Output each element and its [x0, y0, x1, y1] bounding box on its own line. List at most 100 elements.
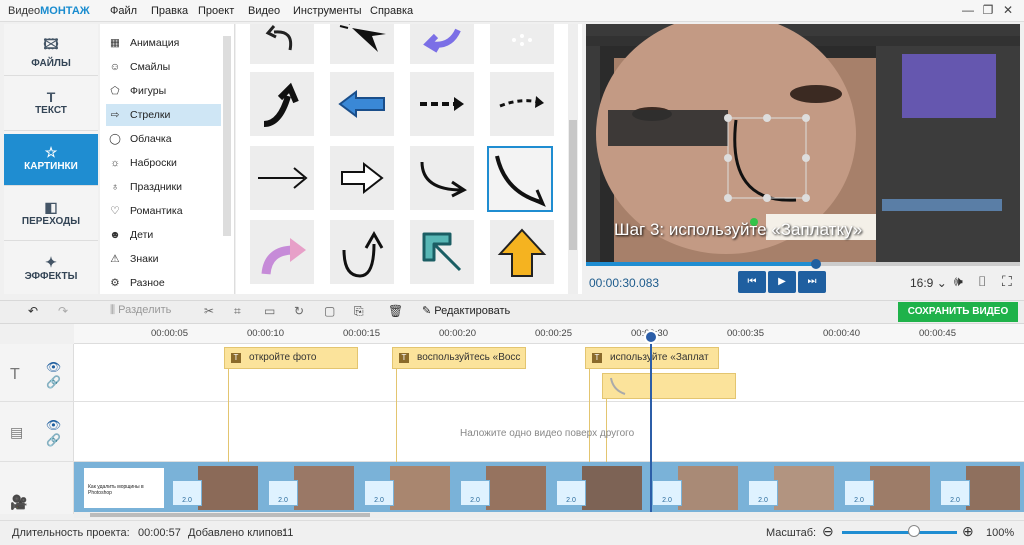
nav-transitions[interactable]: ◧ ПЕРЕХОДЫ [4, 189, 98, 241]
category-misc[interactable]: ⚙ Разное [106, 272, 221, 294]
text-clip-icon: T [231, 353, 241, 363]
category-kids[interactable]: ☻ Дети [106, 224, 221, 246]
zoom-out-icon[interactable]: ⊖ [822, 523, 834, 540]
redo-icon[interactable]: ↷ [58, 304, 68, 318]
add-clip-icon[interactable]: ⎘ [354, 304, 364, 319]
transition[interactable]: 2.0 [940, 480, 970, 506]
menu-tools[interactable]: Инструменты [293, 5, 362, 17]
category-animation[interactable]: ▦ Анимация [106, 32, 221, 54]
transition[interactable]: 2.0 [844, 480, 874, 506]
category-sketches[interactable]: ☼ Наброски [106, 152, 221, 174]
text-clip[interactable]: Tвоспользуйтесь «Восс [392, 347, 526, 369]
sticker-tile-selected[interactable] [487, 146, 553, 212]
zoom-slider-handle[interactable] [908, 525, 920, 537]
category-bubbles[interactable]: ◯ Облачка [106, 128, 221, 150]
transition[interactable]: 2.0 [748, 480, 778, 506]
fullscreen-icon[interactable]: ⛶ [1002, 273, 1012, 290]
sticker-tile[interactable] [250, 220, 314, 284]
transition[interactable]: 2.0 [460, 480, 490, 506]
link-icon[interactable]: 🔗 [46, 433, 61, 447]
playhead-handle[interactable] [644, 330, 658, 344]
transition[interactable]: 2.0 [268, 480, 298, 506]
aspect-ratio-select[interactable]: 16:9 ⌄ [910, 276, 947, 290]
category-romance[interactable]: ♡ Романтика [106, 200, 221, 222]
video-clip[interactable] [294, 466, 354, 510]
nav-effects[interactable]: ✦ ЭФФЕКТЫ [4, 244, 98, 296]
video-clip[interactable] [774, 466, 834, 510]
video-clip[interactable] [678, 466, 738, 510]
transition[interactable]: 2.0 [172, 480, 202, 506]
sticker-tile[interactable] [490, 72, 554, 136]
category-holidays[interactable]: ♁ Праздники [106, 176, 221, 198]
video-clip[interactable] [582, 466, 642, 510]
previous-frame-button[interactable]: ⏮ [738, 271, 766, 293]
nav-text[interactable]: T ТЕКСТ [4, 79, 98, 131]
delete-icon[interactable]: 🗑 [388, 304, 403, 318]
cut-icon[interactable]: ✂ [204, 304, 214, 318]
video-preview[interactable]: Шаг 3: используйте «Заплатку» [586, 24, 1020, 262]
sticker-tile[interactable] [410, 146, 474, 210]
menu-project[interactable]: Проект [198, 5, 234, 17]
save-video-button[interactable]: СОХРАНИТЬ ВИДЕО [898, 302, 1018, 322]
eye-icon[interactable]: 👁 [46, 418, 61, 432]
frame-icon[interactable]: ▭ [264, 304, 275, 318]
sticker-tile[interactable] [250, 146, 314, 210]
menu-file[interactable]: Файл [110, 5, 137, 17]
category-smileys[interactable]: ☺ Смайлы [106, 56, 221, 78]
video-clip[interactable] [198, 466, 258, 510]
sticker-tile[interactable] [490, 24, 554, 64]
transition[interactable]: 2.0 [556, 480, 586, 506]
nav-files[interactable]: 🖾 ФАЙЛЫ [4, 24, 98, 76]
zoom-in-icon[interactable]: ⊕ [962, 523, 974, 540]
sticker-tile[interactable] [330, 220, 394, 284]
text-clip[interactable]: Tиспользуйте «Заплат [585, 347, 719, 369]
sticker-tile[interactable] [250, 72, 314, 136]
split-button[interactable]: ⫼ Разделить [110, 304, 171, 317]
undo-icon[interactable]: ↶ [28, 304, 38, 318]
menu-edit[interactable]: Правка [151, 5, 188, 17]
category-signs[interactable]: ⚠ Знаки [106, 248, 221, 270]
next-frame-button[interactable]: ⏭ [798, 271, 826, 293]
eye-icon[interactable]: 👁 [46, 360, 61, 374]
nav-pictures[interactable]: ☆ КАРТИНКИ [4, 134, 98, 186]
sticker-tile[interactable] [410, 220, 474, 284]
play-button[interactable]: ▶ [768, 271, 796, 293]
maximize-icon[interactable]: ❐ [978, 3, 998, 19]
edit-button[interactable]: ✎ Редактировать [422, 304, 510, 317]
menu-video[interactable]: Видео [248, 5, 280, 17]
sticker-tile[interactable] [410, 24, 474, 64]
sticker-tile[interactable] [330, 24, 394, 64]
close-icon[interactable]: ✕ [998, 3, 1018, 19]
category-shapes[interactable]: ⬠ Фигуры [106, 80, 221, 102]
menu-help[interactable]: Справка [370, 5, 413, 17]
sticker-tile[interactable] [410, 72, 474, 136]
video-clip[interactable] [966, 466, 1020, 510]
minimize-icon[interactable]: — [958, 3, 978, 19]
video-clip[interactable] [486, 466, 546, 510]
sticker-tile[interactable] [330, 72, 394, 136]
playhead[interactable] [650, 332, 652, 512]
video-clip[interactable] [390, 466, 450, 510]
rotate-icon[interactable]: ↻ [294, 304, 304, 318]
timeline-scroll-thumb[interactable] [90, 513, 370, 517]
text-clip[interactable]: Tоткройте фото [224, 347, 358, 369]
transition[interactable]: 2.0 [652, 480, 682, 506]
crop-icon[interactable]: ⌗ [234, 304, 241, 319]
sticker-tile[interactable] [330, 146, 394, 210]
link-icon[interactable]: 🔗 [46, 375, 61, 389]
sticker-tile[interactable] [490, 220, 554, 284]
sticker-scroll-thumb[interactable] [569, 120, 577, 250]
category-scrollbar[interactable] [223, 36, 231, 236]
transition[interactable]: 2.0 [364, 480, 394, 506]
zoom-slider[interactable] [842, 531, 957, 534]
video-clip-intro[interactable]: Как удалить морщины в Photoshop [84, 468, 164, 508]
text-clip-icon: T [399, 353, 409, 363]
video-clip[interactable] [870, 466, 930, 510]
preview-scrubber[interactable] [811, 259, 821, 269]
sticker-clip[interactable] [602, 373, 736, 399]
camera-icon[interactable]: ⌷ [978, 273, 986, 290]
volume-icon[interactable]: 🕪 [954, 273, 963, 290]
sticker-tile[interactable] [250, 24, 314, 64]
category-arrows[interactable]: ⇨ Стрелки [106, 104, 221, 126]
aspect-icon[interactable]: ▢ [324, 304, 335, 318]
